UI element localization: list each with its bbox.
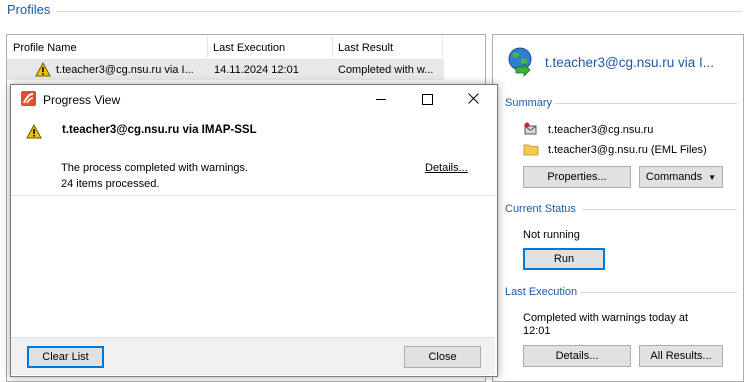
clear-list-button[interactable]: Clear List (27, 346, 104, 368)
dialog-message: The process completed with warnings. (61, 162, 249, 174)
column-divider[interactable] (442, 36, 443, 58)
target-storage: t.teacher3@g.nsu.ru (EML Files) (548, 144, 707, 156)
source-account: t.teacher3@cg.nsu.ru (548, 124, 654, 136)
all-results-button-label: All Results... (650, 350, 712, 362)
status-divider (582, 209, 737, 210)
minimize-button[interactable] (358, 84, 404, 114)
row-last-result: Completed with w... (338, 64, 434, 76)
mail-icon (523, 122, 539, 136)
last-details-button[interactable]: Details... (523, 345, 631, 367)
properties-button-label: Properties... (547, 171, 607, 183)
warning-icon (35, 61, 51, 77)
app-logo-icon (21, 91, 36, 106)
summary-divider (555, 103, 737, 104)
dialog-divider (11, 195, 495, 196)
last-execution-divider (580, 292, 737, 293)
row-last-execution: 14.11.2024 12:01 (214, 64, 299, 76)
column-divider[interactable] (207, 36, 208, 58)
dialog-heading: t.teacher3@cg.nsu.ru via IMAP-SSL (62, 124, 257, 136)
details-link[interactable]: Details... (425, 162, 468, 174)
run-button-label: Run (553, 253, 575, 265)
dropdown-arrow-icon: ▼ (708, 172, 717, 182)
row-profile-name: t.teacher3@cg.nsu.ru via I... (56, 64, 194, 76)
summary-section-title: Summary (505, 97, 553, 109)
profile-title: t.teacher3@cg.nsu.ru via I... (545, 55, 715, 70)
clear-list-button-label: Clear List (42, 351, 89, 363)
last-execution-section-title: Last Execution (505, 286, 578, 298)
status-section-title: Current Status (505, 203, 576, 215)
maximize-button[interactable] (404, 84, 450, 114)
all-results-button[interactable]: All Results... (639, 345, 723, 367)
minimize-icon (376, 98, 386, 100)
run-button[interactable]: Run (523, 248, 605, 270)
warning-icon (26, 123, 42, 139)
dialog-item-count: 24 items processed. (61, 178, 160, 190)
last-details-button-label: Details... (555, 350, 599, 362)
commands-button[interactable]: Commands ▼ (639, 166, 723, 188)
maximize-icon (421, 93, 433, 105)
last-execution-text: Completed with warnings today at (523, 312, 689, 324)
column-divider[interactable] (332, 36, 333, 58)
close-button-label: Close (428, 351, 457, 363)
column-header-profile-name[interactable]: Profile Name (13, 42, 77, 54)
profiles-divider (56, 11, 742, 12)
close-button[interactable]: Close (404, 346, 481, 368)
column-header-last-result[interactable]: Last Result (338, 42, 393, 54)
status-text: Not running (523, 229, 580, 241)
commands-button-label: Commands (645, 171, 703, 183)
last-execution-time: 12:01 (523, 325, 551, 337)
dialog-title: Progress View (43, 93, 121, 107)
folder-icon (523, 143, 539, 156)
properties-button[interactable]: Properties... (523, 166, 631, 188)
close-icon (467, 91, 479, 107)
column-header-last-execution[interactable]: Last Execution (213, 42, 285, 54)
globe-sync-icon (506, 45, 534, 77)
profiles-title: Profiles (7, 2, 51, 17)
close-window-button[interactable] (450, 84, 496, 114)
